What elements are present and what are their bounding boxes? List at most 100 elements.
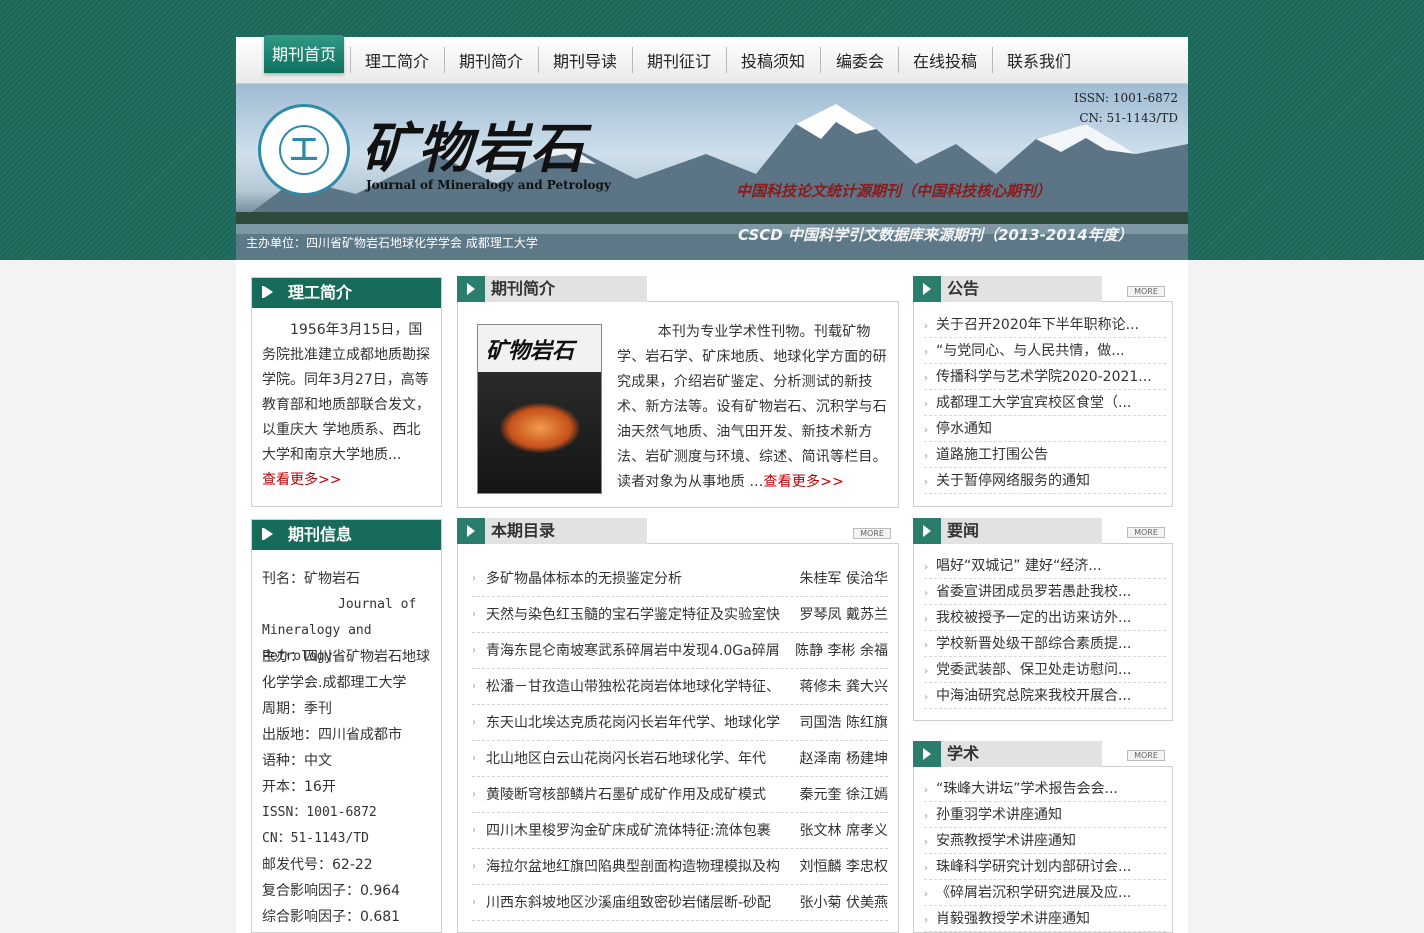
academic-item[interactable]: › 珠峰科学研究计划内部研讨会... — [924, 854, 1166, 880]
news-item-text[interactable]: 党委武装部、保卫处走访慰问... — [936, 662, 1131, 678]
toc-item[interactable]: › 多矿物晶体标本的无损鉴定分析 朱桂军 侯洽华 — [472, 561, 888, 597]
toc-item-title[interactable]: 多矿物晶体标本的无损鉴定分析 — [486, 561, 782, 597]
toc-item[interactable]: › 松潘－甘孜造山带独松花岗岩体地球化学特征、 蒋修未 龚大兴 — [472, 669, 888, 705]
toc-item-title[interactable]: 北山地区白云山花岗闪长岩石地球化学、年代 — [486, 741, 782, 777]
academic-item[interactable]: › 《碎屑岩沉积学研究进展及应... — [924, 880, 1166, 906]
toc-item-title[interactable]: 青海东昆仑南坡寒武系碎屑岩中发现4.0Ga碎屑 — [486, 633, 782, 669]
news-item-text[interactable]: 唱好“双城记” 建好“经济... — [936, 558, 1102, 574]
notice-item-text[interactable]: 成都理工大学宜宾校区食堂（... — [936, 395, 1131, 411]
nav-item-guide[interactable]: 期刊导读 — [548, 49, 622, 75]
notice-item-text[interactable]: “与党同心、与人民共情，做... — [936, 343, 1125, 359]
toc-header: 本期目录 — [457, 518, 647, 544]
news-item[interactable]: › 我校被授予一定的出访来访外... — [924, 605, 1166, 631]
nav-item-contact[interactable]: 联系我们 — [1002, 49, 1076, 75]
bullet-icon: › — [924, 451, 928, 462]
academic-item-text[interactable]: 肖毅强教授学术讲座通知 — [936, 911, 1090, 927]
academic-item-text[interactable]: “珠峰大讲坛”学术报告会会... — [936, 781, 1118, 797]
notice-item-text[interactable]: 道路施工打围公告 — [936, 447, 1048, 463]
intro-more-link[interactable]: 查看更多>> — [763, 474, 844, 490]
toc-item-title[interactable]: 东天山北埃达克质花岗闪长岩年代学、地球化学 — [486, 705, 782, 741]
nav-item-editorial-board[interactable]: 编委会 — [830, 49, 890, 75]
bullet-icon: › — [472, 753, 476, 764]
nav-item-subscribe[interactable]: 期刊征订 — [642, 49, 716, 75]
academic-item-text[interactable]: 《碎屑岩沉积学研究进展及应... — [936, 885, 1131, 901]
info-name: 刊名：矿物岩石 — [262, 571, 360, 587]
toc-item-title[interactable]: 川西东斜坡地区沙溪庙组致密砂岩储层断-砂配 — [486, 885, 782, 921]
notice-item[interactable]: › 成都理工大学宜宾校区食堂（... — [924, 390, 1166, 416]
academic-item[interactable]: › 安燕教授学术讲座通知 — [924, 828, 1166, 854]
notice-item-text[interactable]: 停水通知 — [936, 421, 992, 437]
news-more-button[interactable]: MORE — [1127, 527, 1165, 538]
issn-text: ISSN: 1001-6872 — [1073, 91, 1178, 105]
toc-item[interactable]: › 东天山北埃达克质花岗闪长岩年代学、地球化学 司国浩 陈红旗 — [472, 705, 888, 741]
academic-item-text[interactable]: 孙重羽学术讲座通知 — [936, 807, 1062, 823]
bullet-icon: › — [924, 889, 928, 900]
toc-item[interactable]: › 天然与染色红玉髓的宝石学鉴定特征及实验室快 罗琴凤 戴苏兰 — [472, 597, 888, 633]
bullet-icon: › — [924, 562, 928, 573]
toc-more-button[interactable]: MORE — [853, 528, 891, 539]
academic-item[interactable]: › 肖毅强教授学术讲座通知 — [924, 906, 1166, 932]
news-item[interactable]: › 党委武装部、保卫处走访慰问... — [924, 657, 1166, 683]
toc-item-title[interactable]: 海拉尔盆地红旗凹陷典型剖面构造物理模拟及构 — [486, 849, 782, 885]
toc-item[interactable]: › 四川木里梭罗沟金矿床成矿流体特征:流体包裹 张文林 席孝义 — [472, 813, 888, 849]
notice-item[interactable]: › 关于召开2020年下半年职称论... — [924, 312, 1166, 338]
news-item[interactable]: › 学校新晋处级干部综合素质提... — [924, 631, 1166, 657]
academic-item[interactable]: › 孙重羽学术讲座通知 — [924, 802, 1166, 828]
nav-item-ligong[interactable]: 理工简介 — [360, 49, 434, 75]
arrow-icon — [913, 741, 941, 767]
banner-slogan-cscd: CSCD 中国科学引文数据库来源期刊（2013-2014年度） — [738, 226, 1133, 244]
toc-item[interactable]: › 川西东斜坡地区沙溪庙组致密砂岩储层断-砂配 张小菊 伏美燕 — [472, 885, 888, 921]
nav-separator — [726, 47, 727, 73]
toc-item-title[interactable]: 天然与染色红玉髓的宝石学鉴定特征及实验室快 — [486, 597, 782, 633]
academic-item-text[interactable]: 安燕教授学术讲座通知 — [936, 833, 1076, 849]
ligong-paragraph: 1956年3月15日，国务院批准建立成都地质勘探学院。同年3月27日，高等教育部… — [262, 322, 430, 463]
nav-item-submission-guide[interactable]: 投稿须知 — [736, 49, 810, 75]
bullet-icon: › — [924, 614, 928, 625]
nav-home-tab[interactable]: 期刊首页 — [264, 35, 344, 73]
news-item-text[interactable]: 省委宣讲团成员罗若愚赴我校... — [936, 584, 1131, 600]
toc-item[interactable]: › 青海东昆仑南坡寒武系碎屑岩中发现4.0Ga碎屑 陈静 李彬 余福 — [472, 633, 888, 669]
academic-item[interactable]: › “珠峰大讲坛”学术报告会会... — [924, 776, 1166, 802]
info-place: 出版地：四川省成都市 — [262, 727, 402, 743]
banner-slogan-core: 中国科技论文统计源期刊（中国科技核心期刊） — [736, 182, 1052, 200]
ligong-header: 理工简介 — [252, 278, 441, 308]
academic-item-text[interactable]: 珠峰科学研究计划内部研讨会... — [936, 859, 1131, 875]
toc-item-title[interactable]: 松潘－甘孜造山带独松花岗岩体地球化学特征、 — [486, 669, 782, 705]
notice-item-text[interactable]: 关于召开2020年下半年职称论... — [936, 317, 1139, 333]
notice-item[interactable]: › 关于暂停网络服务的通知 — [924, 468, 1166, 494]
ligong-more-link[interactable]: 查看更多>> — [262, 468, 341, 493]
toc-item-title[interactable]: 黄陵断穹核部鳞片石墨矿成矿作用及成矿模式 — [486, 777, 782, 813]
notice-more-button[interactable]: MORE — [1127, 286, 1165, 297]
news-item[interactable]: › 省委宣讲团成员罗若愚赴我校... — [924, 579, 1166, 605]
nav-item-intro[interactable]: 期刊简介 — [454, 49, 528, 75]
news-item-text[interactable]: 学校新晋处级干部综合素质提... — [936, 636, 1131, 652]
notice-item-text[interactable]: 传播科学与艺术学院2020-2021... — [936, 369, 1152, 385]
toc-item-authors: 蒋修未 龚大兴 — [799, 679, 888, 695]
toc-item-title[interactable]: 四川木里梭罗沟金矿床成矿流体特征:流体包裹 — [486, 813, 782, 849]
bullet-icon: › — [924, 321, 928, 332]
toc-item[interactable]: › 黄陵断穹核部鳞片石墨矿成矿作用及成矿模式 秦元奎 徐江嫣 — [472, 777, 888, 813]
notice-item[interactable]: › 道路施工打围公告 — [924, 442, 1166, 468]
header-banner: ISSN: 1001-6872 CN: 51-1143/TD 工 矿物岩石 Jo… — [236, 84, 1188, 260]
news-item-text[interactable]: 中海油研究总院来我校开展合... — [936, 688, 1131, 704]
academic-title: 学术 — [947, 744, 980, 763]
bullet-icon: › — [472, 609, 476, 620]
nav-separator — [820, 47, 821, 73]
notice-item[interactable]: › “与党同心、与人民共情，做... — [924, 338, 1166, 364]
news-item[interactable]: › 中海油研究总院来我校开展合... — [924, 683, 1166, 709]
toc-item[interactable]: › 北山地区白云山花岗闪长岩石地球化学、年代 赵泽南 杨建坤 — [472, 741, 888, 777]
notice-item[interactable]: › 停水通知 — [924, 416, 1166, 442]
notice-item[interactable]: › 传播科学与艺术学院2020-2021... — [924, 364, 1166, 390]
news-item-text[interactable]: 我校被授予一定的出访来访外... — [936, 610, 1131, 626]
info-cn: CN：51-1143/TD — [262, 831, 369, 846]
notice-item-text[interactable]: 关于暂停网络服务的通知 — [936, 473, 1090, 489]
nav-separator — [444, 47, 445, 73]
bullet-icon: › — [472, 825, 476, 836]
arrow-icon — [913, 518, 941, 544]
journal-info-title: 期刊信息 — [288, 525, 353, 544]
nav-item-online-submit[interactable]: 在线投稿 — [908, 49, 982, 75]
toc-item[interactable]: › 海拉尔盆地红旗凹陷典型剖面构造物理模拟及构 刘恒麟 李忠权 — [472, 849, 888, 885]
academic-more-button[interactable]: MORE — [1127, 750, 1165, 761]
news-item[interactable]: › 唱好“双城记” 建好“经济... — [924, 553, 1166, 579]
journal-cover-image[interactable]: 矿物岩石 — [477, 324, 602, 494]
